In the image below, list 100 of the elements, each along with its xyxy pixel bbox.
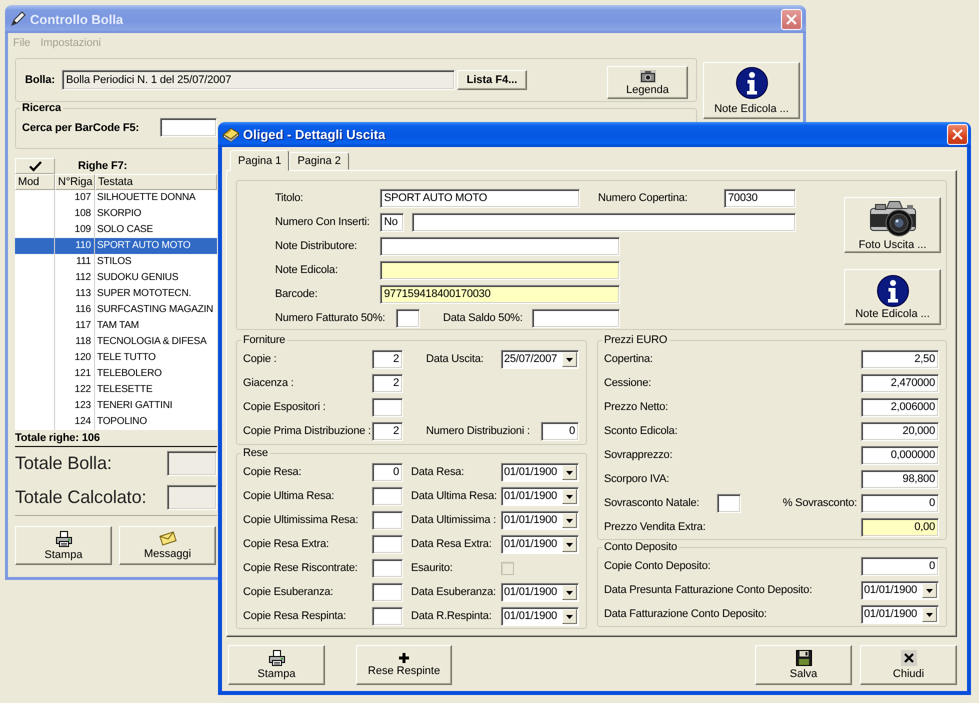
text-field[interactable]: SPORT AUTO MOTO — [380, 188, 580, 208]
field-label: Data Saldo 50%: — [443, 312, 524, 324]
caret-icon — [562, 488, 577, 504]
close-button[interactable] — [947, 124, 968, 145]
text-field[interactable]: 0 — [372, 462, 403, 482]
text-field[interactable]: 977159418400170030 — [380, 284, 620, 304]
text-field[interactable]: 2,470000 — [861, 374, 939, 392]
date-dropdown[interactable]: 01/01/1900 — [501, 510, 579, 530]
close-button[interactable] — [781, 8, 802, 30]
text-field[interactable]: 0 — [861, 556, 939, 576]
date-dropdown[interactable]: 25/07/2007 — [501, 350, 579, 368]
date-dropdown[interactable]: 01/01/1900 — [861, 604, 939, 624]
table-cell-text: SURFCASTING MAGAZIN — [96, 303, 214, 317]
table-row[interactable]: 110 SPORT AUTO MOTO — [15, 238, 217, 254]
group-title: Forniture — [242, 334, 286, 347]
date-dropdown[interactable]: 01/01/1900 — [501, 462, 579, 482]
text-field[interactable] — [412, 212, 796, 232]
field-label: Numero Distribuzioni : — [426, 425, 531, 437]
text-field[interactable]: Bolla Periodici N. 1 del 25/07/2007 — [62, 70, 455, 90]
total-field[interactable] — [167, 485, 217, 510]
total-field[interactable] — [167, 451, 217, 476]
text-field[interactable]: 2,006000 — [861, 398, 939, 416]
field-label: Bolla: — [25, 74, 56, 86]
field-label: Cerca per BarCode F5: — [22, 122, 140, 134]
field-label: % Sovrasconto: — [782, 497, 858, 509]
text-field[interactable] — [372, 582, 403, 602]
date-dropdown[interactable]: 01/01/1900 — [501, 486, 579, 506]
field-label: Sconto Edicola: — [604, 425, 678, 437]
window-title: Oliged - Dettagli Uscita — [243, 127, 386, 142]
text-field[interactable]: 70030 — [724, 188, 796, 208]
close-icon — [900, 650, 916, 666]
field-label: Cessione: — [604, 377, 652, 389]
text-field[interactable]: 0,000000 — [861, 446, 939, 464]
text-field[interactable] — [372, 558, 403, 578]
table-cell-text: TECNOLOGIA & DIFESA — [96, 335, 208, 349]
field-label: Data Presunta Fatturazione Conto Deposito: — [604, 584, 814, 596]
list-button[interactable]: Lista F4... — [457, 70, 527, 90]
text-field[interactable] — [372, 486, 403, 506]
field-label: Scorporo IVA: — [604, 473, 670, 485]
text-field[interactable]: 20,000 — [861, 422, 939, 440]
notes-button[interactable]: Note Edicola ... — [703, 62, 800, 119]
text-field[interactable]: 2,50 — [861, 350, 939, 368]
date-dropdown[interactable]: 01/01/1900 — [501, 534, 579, 554]
field-label: Copertina: — [604, 353, 654, 365]
print-button[interactable]: Stampa — [15, 526, 112, 565]
field-label: Data Resa: — [411, 466, 466, 478]
legend-button[interactable]: Legenda — [607, 66, 688, 99]
text-field[interactable]: 2 — [372, 422, 403, 440]
info-icon — [876, 274, 908, 306]
notes-button[interactable]: Note Edicola ... — [844, 269, 941, 325]
check-button[interactable] — [15, 158, 55, 174]
tab[interactable]: Pagina 1 — [230, 150, 290, 171]
field-label: Numero Fatturato 50%: — [275, 312, 386, 324]
field-label: Note Distributore: — [275, 240, 358, 252]
messages-button[interactable]: Messaggi — [119, 526, 216, 565]
table-cell-text: TELEBOLERO — [96, 367, 163, 381]
add-button[interactable]: Rese Respinte — [356, 645, 452, 685]
text-field[interactable] — [396, 308, 420, 328]
print-button[interactable]: Stampa — [228, 645, 325, 685]
text-field[interactable] — [372, 606, 403, 626]
table-cell-text: SPORT AUTO MOTO — [96, 239, 192, 253]
text-field[interactable] — [372, 398, 403, 416]
text-field[interactable]: No — [380, 212, 404, 232]
column-header[interactable]: Mod — [15, 174, 55, 190]
check-icon — [28, 160, 42, 172]
search-field[interactable] — [160, 118, 217, 137]
text-field[interactable]: 0 — [861, 494, 939, 512]
table-cell-text: TELE TUTTO — [96, 351, 157, 365]
date-dropdown[interactable]: 01/01/1900 — [861, 580, 939, 600]
text-field[interactable]: 0 — [541, 422, 579, 440]
close-button[interactable]: Chiudi — [860, 645, 957, 685]
save-button[interactable]: Salva — [755, 645, 852, 685]
table-cell-text: TENERI GATTINI — [96, 399, 174, 413]
table-cell-text: STILOS — [96, 255, 132, 269]
field-label: Data Esuberanza: — [411, 586, 497, 598]
field-label: Note Edicola: — [275, 264, 339, 276]
text-field[interactable] — [532, 308, 620, 328]
field-label: Data Resa Extra: — [411, 538, 493, 550]
text-field[interactable]: 2 — [372, 350, 403, 368]
text-field[interactable] — [372, 510, 403, 530]
caret-icon — [562, 584, 577, 600]
text-field[interactable]: 2 — [372, 374, 403, 392]
text-field[interactable]: 0,00 — [861, 518, 939, 536]
text-field[interactable] — [380, 236, 620, 256]
row-count: Totale righe: 106 — [15, 431, 101, 445]
text-field[interactable] — [372, 534, 403, 554]
tab[interactable]: Pagina 2 — [289, 152, 349, 170]
photo-button[interactable]: Foto Uscita ... — [844, 197, 941, 253]
date-dropdown[interactable]: 01/01/1900 — [501, 582, 579, 602]
caret-icon — [922, 582, 937, 598]
text-field[interactable] — [717, 494, 741, 512]
envelope-icon — [158, 531, 178, 546]
column-header[interactable]: Testata — [95, 174, 217, 190]
total-label: Totale Bolla: — [15, 453, 113, 474]
camera-icon — [640, 70, 656, 82]
text-field[interactable] — [380, 260, 620, 280]
field-label: Numero Copertina: — [598, 192, 689, 204]
text-field[interactable]: 98,800 — [861, 470, 939, 488]
date-dropdown[interactable]: 01/01/1900 — [501, 606, 579, 626]
column-header[interactable]: N°Riga — [55, 174, 95, 190]
